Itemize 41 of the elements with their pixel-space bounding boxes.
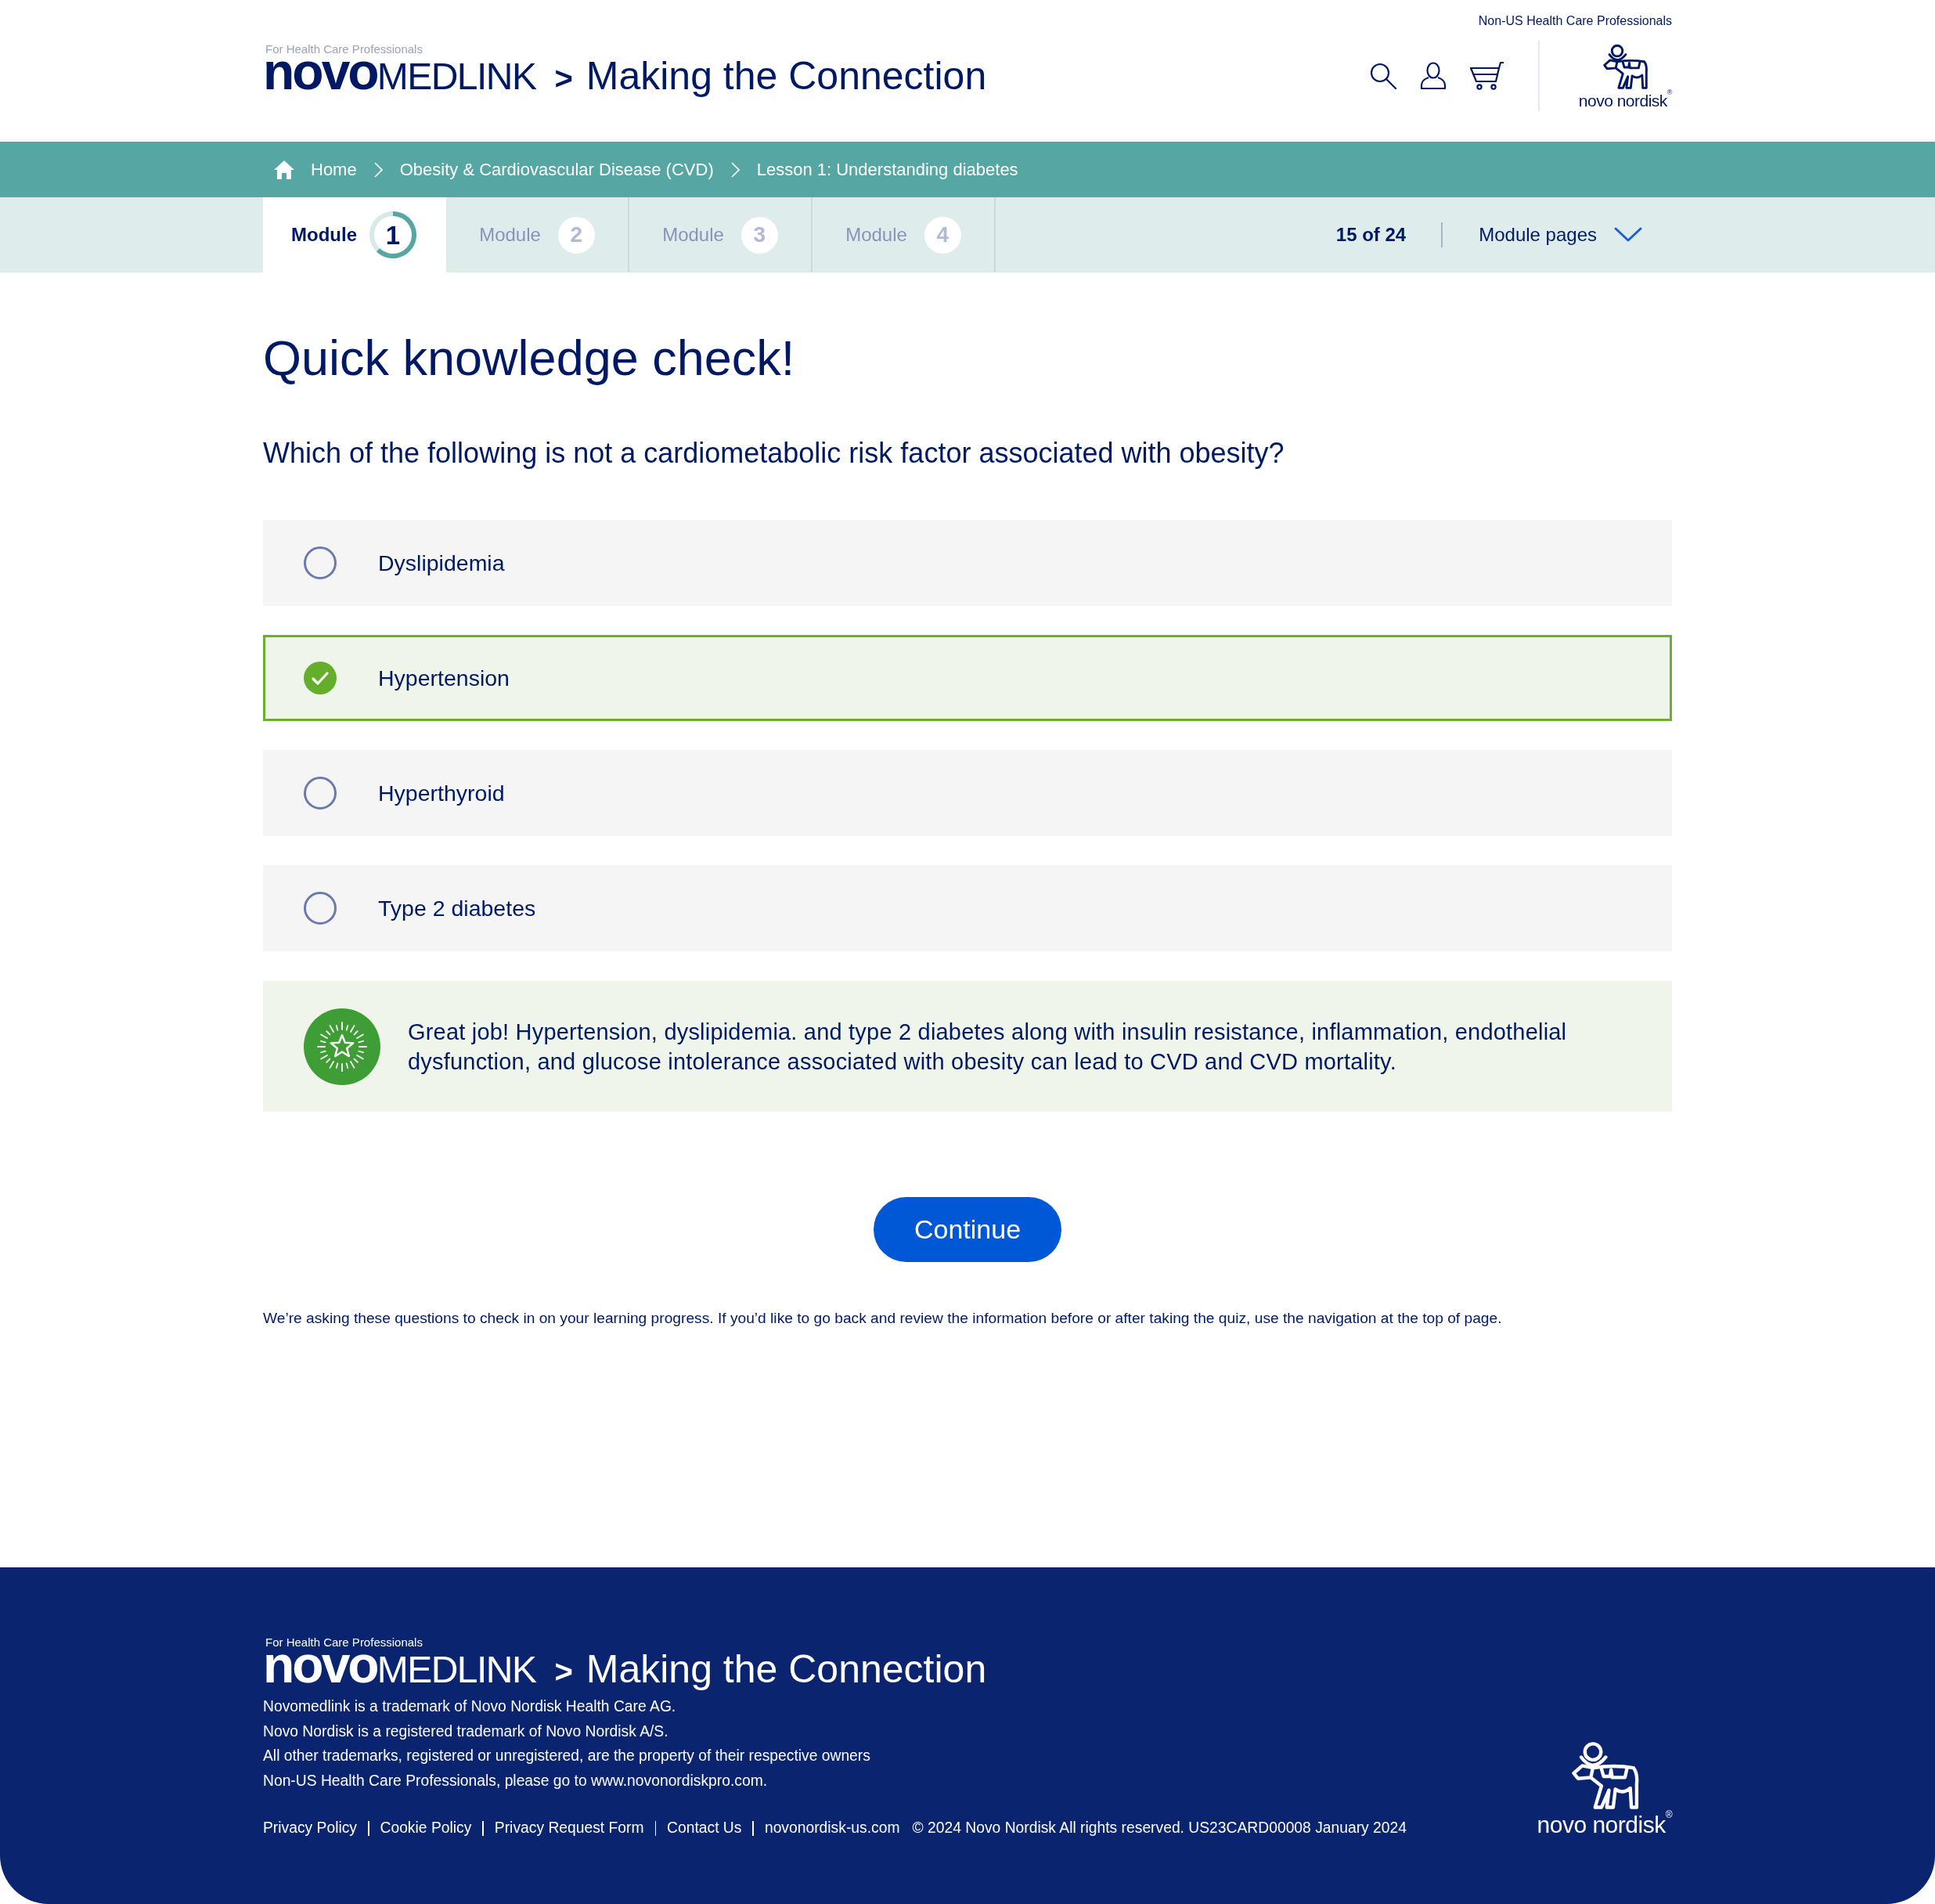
- page-counter: 15 of 24: [1335, 224, 1407, 246]
- progress-donut-chart: [369, 211, 416, 258]
- footer-link[interactable]: Cookie Policy: [380, 1819, 472, 1837]
- chevron-icon: [373, 161, 383, 178]
- chevron-icon: [730, 161, 740, 178]
- brand-logo[interactable]: novoMEDLINK: [263, 1649, 536, 1686]
- step-number: 3: [740, 216, 778, 254]
- logo-tagline: For Health Care Professionals: [265, 43, 423, 56]
- brand-logo[interactable]: novoMEDLINK: [263, 56, 536, 92]
- answer-option[interactable]: Type 2 diabetes: [263, 865, 1672, 951]
- footer-text: All other trademarks, registered or unregistered, are the property of their respective owners: [263, 1747, 871, 1765]
- footer-text: Novo Nordisk is a registered trademark of Novo Nordisk A/S.: [263, 1722, 669, 1741]
- search-icon[interactable]: [1368, 62, 1397, 90]
- page-title: Quick knowledge check!: [263, 330, 796, 387]
- footer-text: Non-US Health Care Professionals, please go to www.novonordiskpro.com.: [263, 1771, 769, 1790]
- module-pages-dropdown[interactable]: Module pages: [1479, 224, 1642, 246]
- step-number: 4: [924, 216, 961, 254]
- continue-button[interactable]: Continue: [874, 1197, 1061, 1262]
- step-number: 1: [385, 222, 401, 248]
- note-text: We’re asking these questions to check in on your learning progress. If you’d like to go back and review the information before or after taking the quiz, use the navigation at the top of page.: [263, 1309, 1503, 1328]
- home-icon: [273, 159, 295, 180]
- footer-text: Novomedlink is a trademark of Novo Nordisk Health Care AG.: [263, 1697, 677, 1716]
- top-link[interactable]: Non-US Health Care Professionals: [1478, 14, 1672, 28]
- footer-link[interactable]: Privacy Policy: [263, 1819, 357, 1837]
- answer-option[interactable]: Dyslipidemia: [263, 520, 1672, 606]
- footer-link[interactable]: novonordisk-us.com: [764, 1819, 900, 1837]
- cart-icon[interactable]: [1468, 61, 1504, 91]
- module-tab[interactable]: Module 1: [263, 197, 446, 272]
- feedback-text: Great job! Hypertension, dyslipidemia. and type 2 diabetes along with insulin resistance, inflammation, endothelial dysfunction, and glucose intolerance associated with obesity can lead to CVD and CVD mortality.: [408, 1018, 1568, 1076]
- question-text: Which of the following is not a cardiometabolic risk factor associated with obesity?: [263, 436, 1285, 471]
- user-icon[interactable]: [1418, 62, 1447, 90]
- copyright-text: © 2024 Novo Nordisk All rights reserved. US23CARD00008 January 2024: [912, 1819, 1407, 1837]
- footer-link[interactable]: Privacy Request Form: [494, 1819, 644, 1837]
- chevron-down-icon: [1614, 227, 1642, 243]
- star-badge-icon: [304, 1008, 380, 1085]
- bull-icon: [1602, 43, 1649, 91]
- step-number: 2: [557, 216, 595, 254]
- answer-option[interactable]: Hyperthyroid: [263, 750, 1672, 836]
- footer-link[interactable]: Contact Us: [667, 1819, 742, 1837]
- answer-option[interactable]: Hypertension: [263, 635, 1672, 721]
- logo-tagline: For Health Care Professionals: [265, 1636, 423, 1649]
